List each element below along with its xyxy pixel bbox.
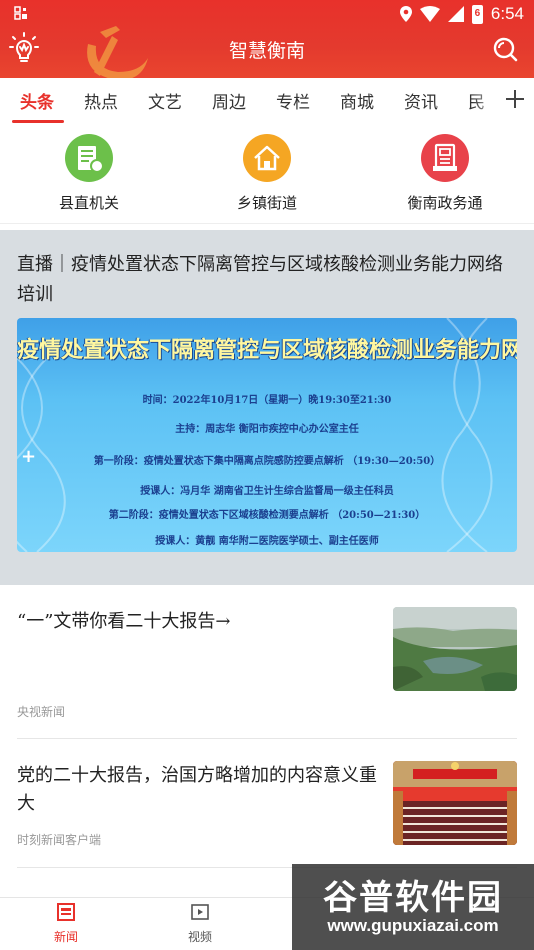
news-item[interactable]: “一”文带你看二十大报告→ 央视新闻 (17, 586, 517, 739)
shortcut-row: 县直机关 乡镇街道 衡南政务通 (0, 124, 534, 224)
featured-banner-image[interactable]: 疫情处置状态下隔离管控与区域核酸检测业务能力网络培训 时间：2022年10月17… (17, 318, 517, 552)
featured-article[interactable]: 直播｜疫情处置状态下隔离管控与区域核酸检测业务能力网络培训 疫情处置状态下隔离管… (0, 230, 534, 585)
news-source: 时刻新闻客户端 (17, 833, 102, 847)
status-bar: 6 6:54 (0, 0, 534, 28)
plus-decoration: + (21, 446, 37, 467)
shortcut-label: 衡南政务通 (407, 194, 483, 212)
nav-label: 视频 (187, 930, 212, 944)
video-icon (191, 904, 209, 920)
banner-line: 第一阶段：疫情处置状态下集中隔离点院感防控要点解析 （19:30—20:50） (93, 456, 441, 467)
news-source: 央视新闻 (17, 705, 66, 719)
document-icon (421, 134, 469, 182)
nav-news[interactable]: 新闻 (31, 902, 101, 945)
site-watermark: 谷普软件园 www.gupuxiazai.com (292, 864, 534, 950)
tab-mall[interactable]: 商城 (340, 88, 374, 113)
banner-line: 授课人：黄靓 南华附二医院医学硕士、副主任医师 (155, 536, 379, 547)
tab-headline[interactable]: 头条 (20, 88, 54, 113)
status-clock: 6:54 (490, 4, 524, 23)
watermark-brand: 谷普软件园 (323, 878, 503, 918)
category-tabs: 头条 热点 文艺 周边 专栏 商城 资讯 民 (0, 78, 534, 124)
app-header: 6 6:54 智慧衡南 (0, 0, 534, 78)
battery-icon: 6 (471, 4, 483, 24)
news-item[interactable]: 党的二十大报告，治国方略增加的内容意义重大 时刻新闻客户端 (17, 740, 517, 868)
tab-column[interactable]: 专栏 (276, 88, 310, 113)
search-icon[interactable] (492, 36, 518, 62)
news-icon (57, 903, 75, 921)
banner-line: 主持：周志华 衡阳市疾控中心办公室主任 (175, 424, 359, 435)
shortcut-towns[interactable]: 乡镇街道 (207, 134, 327, 213)
notification-icon (14, 6, 27, 20)
banner-line: 第二阶段：疫情处置状态下区域核酸检测要点解析 （20:50—21:30） (108, 510, 426, 521)
active-tab-indicator (12, 120, 64, 123)
add-channel-icon[interactable] (504, 88, 526, 110)
location-icon (399, 6, 412, 22)
shortcut-county-agencies[interactable]: 县直机关 (29, 134, 149, 213)
banner-line: 授课人：冯月华 湖南省卫生计生综合监督局一级主任科员 (140, 486, 394, 497)
news-thumbnail (393, 607, 517, 691)
building-icon (65, 134, 113, 182)
featured-title: 直播｜疫情处置状态下隔离管控与区域核酸检测业务能力网络培训 (17, 254, 503, 305)
wifi-icon (419, 6, 440, 22)
tab-nearby[interactable]: 周边 (212, 88, 246, 113)
news-thumbnail (393, 761, 517, 845)
news-title: “一”文带你看二十大报告→ (17, 611, 231, 632)
banner-line: 时间：2022年10月17日（星期一）晚19:30至21:30 (142, 395, 392, 406)
signal-icon (447, 6, 464, 22)
nav-label: 新闻 (53, 930, 78, 944)
banner-headline: 疫情处置状态下隔离管控与区域核酸检测业务能力网络培训 (17, 337, 517, 363)
tab-arts[interactable]: 文艺 (148, 88, 182, 113)
nav-video[interactable]: 视频 (165, 902, 235, 945)
battery-level: 6 (474, 7, 481, 19)
tabs-fade (472, 78, 502, 124)
app-title: 智慧衡南 (228, 40, 305, 62)
tab-hot[interactable]: 热点 (84, 88, 118, 113)
house-icon (243, 134, 291, 182)
shortcut-gov-services[interactable]: 衡南政务通 (385, 134, 505, 213)
shortcut-label: 县直机关 (58, 194, 119, 212)
news-title: 党的二十大报告，治国方略增加的内容意义重大 (17, 765, 377, 814)
watermark-url: www.gupuxiazai.com (327, 916, 499, 935)
shortcut-label: 乡镇街道 (236, 194, 297, 212)
tab-info[interactable]: 资讯 (404, 88, 438, 113)
